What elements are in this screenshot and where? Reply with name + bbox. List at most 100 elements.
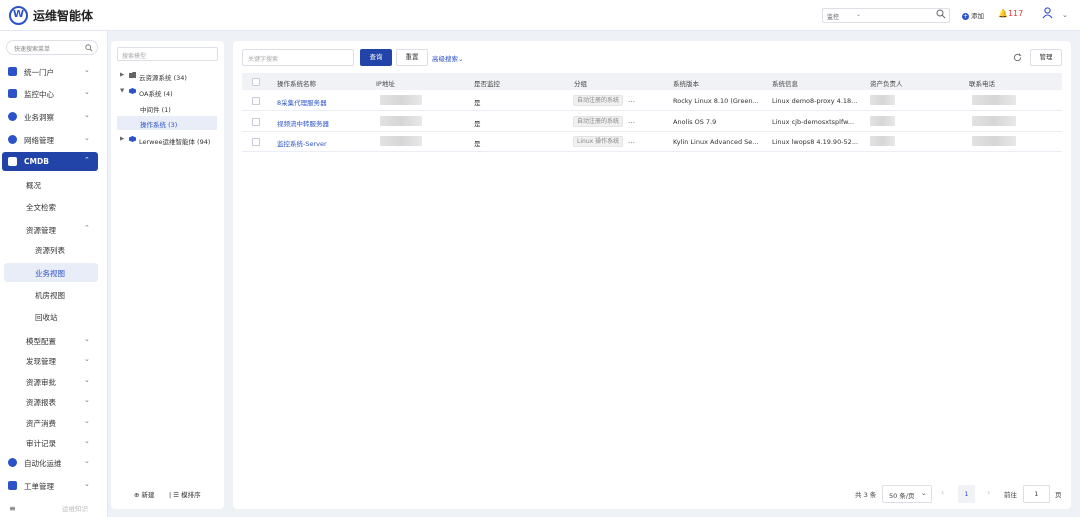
tree-node-oa[interactable]: ▼ OA系统 (4) (111, 85, 224, 99)
query-button[interactable]: 查询 (360, 49, 392, 66)
column-header[interactable]: IP地址 (376, 78, 395, 88)
collapse-menu-icon[interactable]: ≡ (9, 504, 16, 513)
sidebar-item-label: CMDB (24, 157, 49, 166)
sidebar-item-network[interactable]: 网络管理 ⌄ (0, 130, 108, 149)
redacted-owner (870, 95, 895, 105)
tree-node-middleware[interactable]: 中间件 (1) (111, 101, 224, 115)
tree-node-lerwee[interactable]: ▶ Lerwee运维智能体 (94) (111, 133, 224, 147)
sidebar-item-ticket[interactable]: 工单管理 ⌄ (0, 476, 108, 495)
sidebar-sub-model-config[interactable]: 模型配置 ⌄ (0, 331, 108, 350)
version-value: Rocky Linux 8.10 (Green... (673, 97, 759, 105)
sidebar-sub-business-view[interactable]: 业务视图 (4, 263, 98, 282)
row-checkbox[interactable] (252, 97, 260, 105)
caret-down-icon[interactable]: ▼ (120, 88, 124, 94)
tree-search-input[interactable]: 搜索模型 (117, 47, 218, 61)
add-button[interactable]: + 添加 (962, 10, 984, 20)
chevron-down-icon: ⌄ (84, 417, 90, 425)
tree-sort-label: 模排序 (181, 491, 201, 499)
table-row[interactable]: 监控系统-Server 是 Linux 操作系统 … Kylin Linux A… (242, 132, 1062, 152)
select-all-checkbox[interactable] (252, 78, 260, 86)
header-select-value: 监控 (827, 14, 840, 21)
sub-item-label: 资源列表 (35, 246, 65, 255)
version-value: Kylin Linux Advanced Se... (673, 138, 759, 146)
user-icon[interactable] (1042, 7, 1053, 19)
tree-new-label: 新建 (141, 491, 155, 499)
sub-item-label: 概况 (26, 181, 41, 190)
os-name-link[interactable]: 8采集代理服务器 (277, 97, 372, 107)
header-search-select[interactable]: 监控 ⌄ (822, 8, 950, 23)
column-header[interactable]: 系统版本 (673, 78, 699, 88)
column-header[interactable]: 联系电话 (969, 78, 995, 88)
sidebar-item-label: 网络管理 (24, 136, 54, 145)
tree-sort-button[interactable]: | ☰ 模排序 (169, 489, 201, 499)
manage-button[interactable]: 管理 (1030, 49, 1062, 66)
tree-new-button[interactable]: ⊕ 新建 (134, 489, 155, 499)
chevron-down-icon: ⌄ (84, 480, 90, 488)
reset-button[interactable]: 重置 (396, 49, 428, 66)
goto-page-input[interactable]: 1 (1023, 485, 1050, 503)
search-icon[interactable] (936, 9, 946, 19)
more-ellipsis-icon[interactable]: … (628, 117, 635, 125)
sidebar-sub-resource-list[interactable]: 资源列表 (0, 240, 108, 259)
sub-item-label: 机房视图 (35, 291, 65, 300)
sub-item-label: 审计记录 (26, 439, 56, 448)
sub-item-label: 资源报表 (26, 398, 56, 407)
column-header[interactable]: 系统信息 (772, 78, 798, 88)
tree-search-placeholder: 搜索模型 (122, 53, 147, 60)
sidebar-sub-recycle[interactable]: 回收站 (0, 307, 108, 326)
plus-circle-icon: + (962, 12, 969, 20)
more-ellipsis-icon[interactable]: … (628, 96, 635, 104)
alarm-indicator[interactable]: 🔔117 (998, 9, 1023, 18)
refresh-icon[interactable] (1013, 53, 1022, 62)
sidebar-item-label: 监控中心 (24, 90, 54, 99)
caret-right-icon[interactable]: ▶ (120, 136, 124, 142)
cube-icon (129, 88, 136, 94)
tree-node-os[interactable]: 操作系统 (3) (117, 116, 217, 130)
keyword-search-input[interactable]: 关键字搜索 (242, 49, 354, 66)
page-number-current[interactable]: 1 (958, 485, 975, 503)
sidebar-sub-asset-consume[interactable]: 资产消费 ⌄ (0, 413, 108, 432)
os-name-link[interactable]: 监控系统-Server (277, 138, 372, 148)
column-header[interactable]: 操作系统名称 (277, 78, 316, 88)
next-page-button[interactable]: › (987, 488, 990, 506)
chevron-down-icon[interactable]: ⌄ (1062, 11, 1068, 19)
sidebar-item-monitor[interactable]: 监控中心 ⌄ (0, 84, 108, 103)
version-value: Anolis OS 7.9 (673, 118, 717, 126)
more-ellipsis-icon[interactable]: … (628, 137, 635, 145)
sidebar-sub-room-view[interactable]: 机房视图 (0, 285, 108, 304)
sidebar-item-insight[interactable]: 业务洞察 ⌄ (0, 107, 108, 126)
app-logo[interactable] (9, 6, 28, 25)
sidebar-sub-fulltext[interactable]: 全文检索 (0, 197, 108, 216)
column-header[interactable]: 分组 (574, 78, 587, 88)
menu-search-input[interactable]: 快速搜索菜单 (6, 40, 98, 55)
sidebar-sub-approval[interactable]: 资源审批 ⌄ (0, 372, 108, 391)
top-header: 运维智能体 监控 ⌄ +添加 🔔117 ⌄ (0, 0, 1080, 31)
sidebar-item-cmdb[interactable]: CMDB ⌃ (2, 152, 98, 171)
column-header[interactable]: 是否监控 (474, 78, 500, 88)
goto-label: 前往 (1004, 491, 1017, 499)
table-row[interactable]: 8采集代理服务器 是 自动注册的系统 … Rocky Linux 8.10 (G… (242, 91, 1062, 111)
system-info-value: Linux demo8-proxy 4.18... (772, 97, 858, 105)
sidebar-sub-report[interactable]: 资源报表 ⌄ (0, 392, 108, 411)
sidebar-footer-label[interactable]: 运维知识 (62, 503, 88, 513)
sidebar-sub-audit[interactable]: 审计记录 ⌄ (0, 433, 108, 452)
sidebar-item-portal[interactable]: 统一门户 ⌄ (0, 62, 108, 81)
column-header[interactable]: 资产负责人 (870, 78, 903, 88)
advanced-search-toggle[interactable]: 高级搜索⌄ (432, 53, 463, 63)
caret-right-icon[interactable]: ▶ (120, 72, 124, 78)
gear-icon (8, 458, 17, 467)
sidebar-sub-discovery[interactable]: 发现管理 ⌄ (0, 351, 108, 370)
row-checkbox[interactable] (252, 118, 260, 126)
sidebar-item-automation[interactable]: 自动化运维 ⌄ (0, 453, 108, 472)
prev-page-button[interactable]: ‹ (941, 488, 944, 506)
sidebar-sub-overview[interactable]: 概况 (0, 175, 108, 194)
tree-node-label: Lerwee运维智能体 (94) (139, 138, 211, 146)
row-checkbox[interactable] (252, 138, 260, 146)
page-size-select[interactable]: 50 条/页 ⌄ (882, 485, 932, 503)
tree-node-cloud[interactable]: ▶ 云资源系统 (34) (111, 69, 224, 83)
table-row[interactable]: 视频流中转服务器 是 自动注册的系统 … Anolis OS 7.9 Linux… (242, 112, 1062, 132)
chevron-down-icon: ⌄ (84, 134, 90, 142)
sidebar-sub-resource-mgmt[interactable]: 资源管理 ⌃ (0, 220, 108, 239)
os-name-link[interactable]: 视频流中转服务器 (277, 118, 372, 128)
alarm-count: 117 (1007, 9, 1024, 18)
